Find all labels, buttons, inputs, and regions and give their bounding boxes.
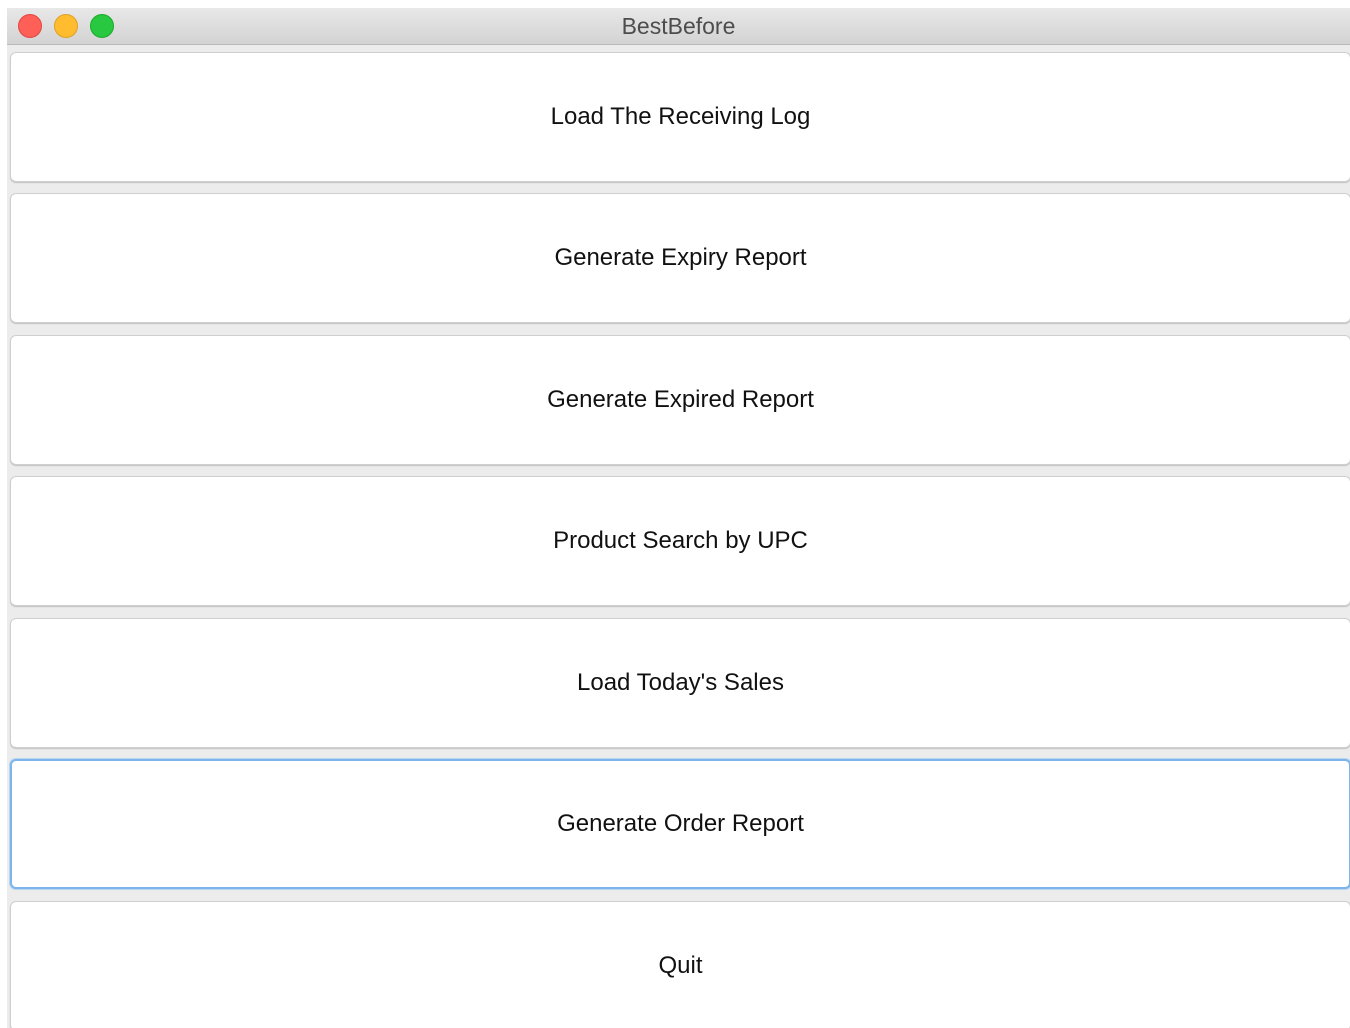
app-window: BestBefore Load The Receiving Log Genera… [7, 8, 1350, 1028]
load-receiving-log-button[interactable]: Load The Receiving Log [10, 52, 1350, 182]
generate-order-report-button[interactable]: Generate Order Report [10, 759, 1350, 889]
title-bar[interactable]: BestBefore [7, 8, 1350, 45]
product-search-by-upc-button[interactable]: Product Search by UPC [10, 476, 1350, 606]
main-menu: Load The Receiving Log Generate Expiry R… [7, 45, 1350, 1028]
generate-expiry-report-button[interactable]: Generate Expiry Report [10, 193, 1350, 323]
generate-expired-report-button[interactable]: Generate Expired Report [10, 335, 1350, 465]
window-title: BestBefore [621, 13, 736, 39]
load-todays-sales-button[interactable]: Load Today's Sales [10, 618, 1350, 748]
quit-button[interactable]: Quit [10, 901, 1350, 1028]
